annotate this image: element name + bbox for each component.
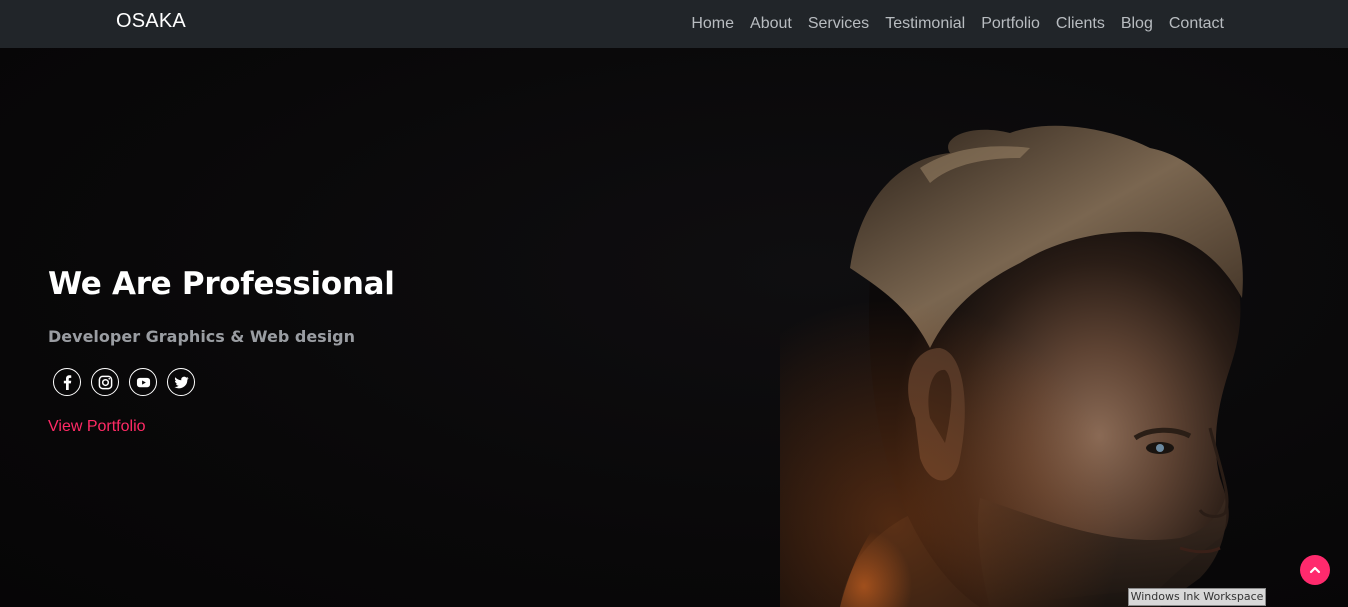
- nav-item-services[interactable]: Services: [808, 15, 869, 33]
- youtube-icon[interactable]: [129, 368, 157, 396]
- nav-item-portfolio[interactable]: Portfolio: [981, 15, 1040, 33]
- back-to-top-button[interactable]: [1300, 555, 1330, 585]
- hero-portrait-image: [780, 48, 1348, 607]
- nav-item-home[interactable]: Home: [691, 15, 734, 33]
- social-links: [53, 368, 195, 396]
- nav-item-clients[interactable]: Clients: [1056, 15, 1105, 33]
- windows-ink-workspace-tooltip: Windows Ink Workspace: [1128, 588, 1266, 606]
- chevron-up-icon: [1309, 566, 1321, 574]
- hero-title: We Are Professional: [48, 266, 395, 302]
- twitter-icon[interactable]: [167, 368, 195, 396]
- nav-item-about[interactable]: About: [750, 15, 792, 33]
- brand-logo[interactable]: OSAKA: [116, 10, 186, 33]
- hero-subtitle: Developer Graphics & Web design: [48, 327, 356, 346]
- view-portfolio-link[interactable]: View Portfolio: [48, 418, 146, 436]
- navbar: OSAKA Home About Services Testimonial Po…: [0, 0, 1348, 48]
- facebook-icon[interactable]: [53, 368, 81, 396]
- nav-menu: Home About Services Testimonial Portfoli…: [691, 0, 1224, 48]
- nav-item-testimonial[interactable]: Testimonial: [885, 15, 965, 33]
- instagram-icon[interactable]: [91, 368, 119, 396]
- nav-item-contact[interactable]: Contact: [1169, 15, 1224, 33]
- nav-item-blog[interactable]: Blog: [1121, 15, 1153, 33]
- hero-section: We Are Professional Developer Graphics &…: [0, 48, 1348, 607]
